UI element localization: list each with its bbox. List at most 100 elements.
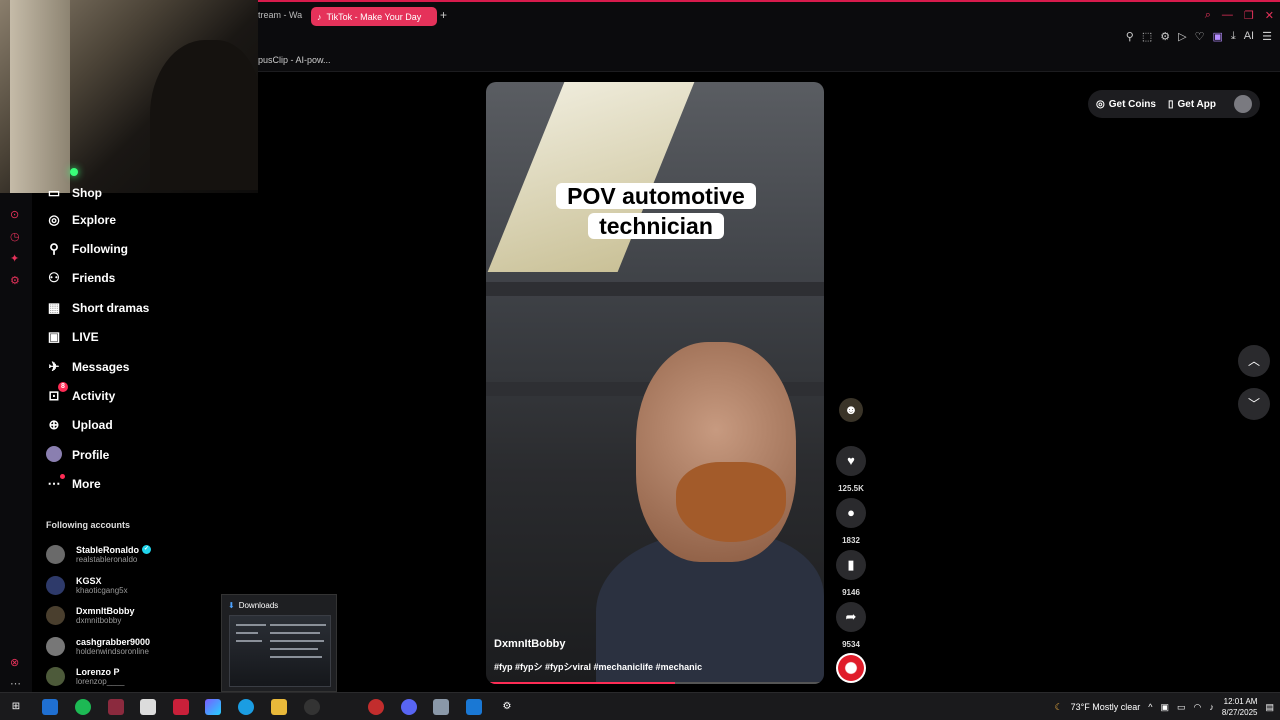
tab-tiktok[interactable]: ♪ TikTok - Make Your Day bbox=[311, 7, 437, 26]
following-account[interactable]: cashgrabber9000 holdenwindsoronline bbox=[46, 631, 150, 661]
video-username[interactable]: DxmnItBobby bbox=[494, 638, 566, 650]
following-account[interactable]: DxmnItBobby dxmnitbobby bbox=[46, 600, 135, 630]
sidebar-item-upload[interactable]: ⊕ Upload bbox=[46, 413, 113, 437]
sidebar-item-messages[interactable]: ✈ Messages bbox=[46, 355, 130, 379]
app-store-icon[interactable] bbox=[42, 699, 58, 715]
rail-history-icon[interactable]: ◷ bbox=[10, 230, 20, 243]
heart-icon[interactable]: ♡ bbox=[1195, 30, 1205, 43]
sidebar-item-activity[interactable]: ⊡ 8 Activity bbox=[46, 382, 115, 408]
amd-icon[interactable] bbox=[173, 699, 189, 715]
wifi-icon[interactable]: ◠ bbox=[1194, 702, 1202, 713]
settings-gear-icon[interactable]: ⚙ bbox=[499, 699, 515, 715]
previous-video-button[interactable]: ︿ bbox=[1238, 345, 1270, 377]
edge-icon[interactable] bbox=[238, 699, 254, 715]
weather-text[interactable]: 73°F Mostly clear bbox=[1071, 702, 1141, 712]
get-coins-button[interactable]: ◎ Get Coins bbox=[1096, 99, 1156, 110]
search-icon[interactable]: ⌕ bbox=[1205, 9, 1211, 22]
copilot-icon[interactable] bbox=[205, 699, 221, 715]
account-handle: khaoticgang5x bbox=[76, 585, 128, 595]
file-explorer-icon[interactable] bbox=[271, 699, 287, 715]
share-icon: ➦ bbox=[836, 602, 866, 632]
download-icon[interactable]: ⤓ bbox=[1231, 30, 1236, 43]
ceiling-beam bbox=[486, 282, 824, 296]
restore-icon[interactable]: ❐ bbox=[1244, 9, 1254, 22]
sidebar-item-label: Upload bbox=[72, 418, 113, 432]
discord-icon[interactable] bbox=[401, 699, 417, 715]
windows-start-icon[interactable]: ⊞ bbox=[8, 699, 24, 715]
steam-icon[interactable] bbox=[466, 699, 482, 715]
comment-count: 1832 bbox=[842, 536, 860, 545]
window-app-icon[interactable] bbox=[433, 699, 449, 715]
music-disc-icon[interactable] bbox=[836, 653, 866, 683]
downloads-preview[interactable]: ⬇ Downloads bbox=[221, 594, 337, 692]
get-app-button[interactable]: ▯ Get App bbox=[1168, 99, 1216, 110]
following-account[interactable]: StableRonaldo ✓ realstableronaldo bbox=[46, 539, 152, 569]
creator-avatar[interactable]: ☻ bbox=[839, 398, 863, 422]
extension-icon[interactable]: ▣ bbox=[1212, 30, 1222, 43]
next-video-button[interactable]: ﹀ bbox=[1238, 388, 1270, 420]
sidebar-item-short-dramas[interactable]: ▦ Short dramas bbox=[46, 296, 150, 320]
sidebar-item-label: LIVE bbox=[72, 330, 99, 344]
ai-button[interactable]: AI bbox=[1244, 30, 1254, 43]
rail-settings-icon[interactable]: ⚙ bbox=[10, 274, 20, 287]
following-account[interactable]: KGSX khaoticgang5x bbox=[46, 570, 128, 600]
play-icon[interactable]: ▷ bbox=[1178, 30, 1186, 43]
account-handle: realstableronaldo bbox=[76, 554, 138, 564]
notification-icon[interactable]: ▤ bbox=[1265, 702, 1274, 713]
rail-play-icon[interactable]: ⊙ bbox=[10, 208, 19, 221]
comment-button[interactable]: ● 1832 bbox=[834, 498, 868, 545]
settings-icon[interactable]: ⚙ bbox=[1160, 30, 1170, 43]
header-actions: ◎ Get Coins ▯ Get App bbox=[1088, 90, 1260, 118]
screenshot-icon[interactable]: ⬚ bbox=[1142, 30, 1152, 43]
sidebar-item-shop[interactable]: ▭ Shop bbox=[46, 181, 102, 205]
account-name: StableRonaldo bbox=[76, 544, 140, 555]
webcam-person bbox=[150, 40, 258, 190]
rail-extra-icon[interactable]: ⊗ bbox=[10, 656, 19, 669]
tab-tiktok-label: TikTok - Make Your Day bbox=[326, 11, 422, 22]
sidebar-item-friends[interactable]: ⚇ Friends bbox=[46, 266, 115, 290]
obs-icon[interactable] bbox=[304, 699, 320, 715]
sidebar-item-label: Messages bbox=[72, 360, 130, 374]
video-hashtags[interactable]: #fyp #fypシ #fypシviral #mechaniclife #mec… bbox=[494, 660, 702, 673]
browser-side-rail: ⊙ ◷ ✦ ⚙ ⊗ ⋯ bbox=[0, 193, 32, 693]
tray-chevron-icon[interactable]: ^ bbox=[1148, 702, 1152, 712]
sidebar-item-explore[interactable]: ◎ Explore bbox=[46, 208, 116, 232]
tray-device-icon[interactable]: ▣ bbox=[1161, 702, 1170, 713]
menu-icon[interactable]: ☰ bbox=[1262, 30, 1272, 43]
calendar-icon[interactable] bbox=[140, 699, 156, 715]
share-button[interactable]: ➦ 9534 bbox=[834, 602, 868, 649]
recorder-icon[interactable] bbox=[368, 699, 384, 715]
video-progress-bar[interactable] bbox=[486, 682, 824, 684]
tab-previous[interactable]: tream - Wa bbox=[258, 10, 302, 20]
following-account[interactable]: Lorenzo P lorenzop____ bbox=[46, 661, 124, 691]
rail-puzzle-icon[interactable]: ✦ bbox=[10, 252, 19, 265]
avatar bbox=[46, 575, 65, 595]
new-tab-button[interactable]: + bbox=[440, 8, 447, 22]
film-icon: ▦ bbox=[47, 300, 61, 315]
opera-gx-icon[interactable] bbox=[108, 699, 124, 715]
account-name: DxmnItBobby bbox=[76, 605, 135, 616]
sidebar-item-live[interactable]: ▣ LIVE bbox=[46, 325, 99, 349]
tray-display-icon[interactable]: ▭ bbox=[1177, 702, 1186, 713]
bookmark-opusclip[interactable]: pusClip - AI-pow... bbox=[258, 55, 331, 65]
like-count: 125.5K bbox=[838, 484, 864, 493]
close-icon[interactable]: ✕ bbox=[1265, 9, 1274, 22]
volume-icon[interactable]: ♪ bbox=[1209, 702, 1214, 712]
pin-icon[interactable]: ⚲ bbox=[1126, 30, 1134, 43]
clock[interactable]: 12:01 AM 8/27/2025 bbox=[1222, 696, 1258, 718]
video-person-beard bbox=[676, 462, 786, 542]
like-button[interactable]: ♥ 125.5K bbox=[834, 446, 868, 493]
bookmark-button[interactable]: ▮ 9146 bbox=[834, 550, 868, 597]
windows-taskbar: ⊞ ⚙ ☾ 73°F Mostly clear ^ ▣ ▭ ◠ ♪ 12:01 … bbox=[0, 692, 1280, 720]
chevron-down-icon: ﹀ bbox=[1247, 397, 1260, 411]
sidebar-item-more[interactable]: ⋯ More bbox=[46, 472, 101, 496]
sidebar-item-profile[interactable]: Profile bbox=[46, 443, 109, 467]
sidebar-item-following[interactable]: ⚲ Following bbox=[46, 237, 128, 261]
spotify-icon[interactable] bbox=[75, 699, 91, 715]
rail-more-icon[interactable]: ⋯ bbox=[10, 677, 21, 690]
more-dot bbox=[60, 474, 65, 479]
sidebar-item-label: More bbox=[72, 477, 101, 491]
minimize-icon[interactable]: — bbox=[1222, 9, 1233, 22]
user-avatar[interactable] bbox=[1234, 95, 1252, 113]
video-player[interactable]: POV automotive technician DxmnItBobby #f… bbox=[486, 82, 824, 684]
